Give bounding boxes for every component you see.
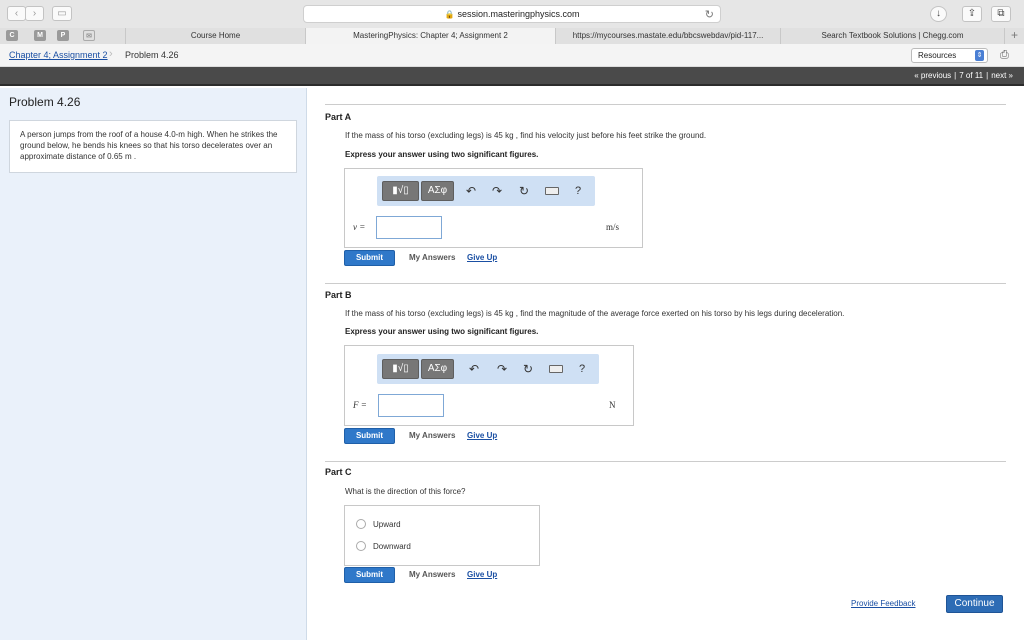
part-b-question: If the mass of his torso (excluding legs… [345, 309, 845, 318]
divider [325, 104, 1006, 105]
pinned-tab-c[interactable]: C [6, 30, 18, 41]
option-downward-label[interactable]: Downward [373, 542, 411, 551]
part-b-unit: N [609, 400, 616, 410]
problem-position: 7 of 11 [959, 71, 984, 80]
resources-label: Resources [918, 51, 957, 60]
math-toolbar: ▮√▯ ΑΣφ ↶ ↷ ↻ ? [377, 354, 599, 384]
browser-chrome: ‹ › ▭ 🔒 session.masteringphysics.com ↻ ↓ … [0, 0, 1024, 44]
undo-icon[interactable]: ↶ [467, 361, 481, 377]
part-b-label: Part B [325, 290, 352, 300]
pinned-tab-m[interactable]: M [34, 30, 46, 41]
part-b-instruction: Express your answer using two significan… [345, 327, 539, 336]
part-a-label: Part A [325, 112, 352, 122]
divider [325, 461, 1006, 462]
continue-button[interactable]: Continue [946, 595, 1003, 613]
forward-button[interactable]: › [25, 6, 44, 21]
option-upward-label[interactable]: Upward [373, 520, 401, 529]
greek-button[interactable]: ΑΣφ [421, 181, 454, 201]
breadcrumb-assignment-link[interactable]: Chapter 4; Assignment 2 [9, 50, 108, 60]
part-b-submit-button[interactable]: Submit [344, 428, 395, 444]
tab-mycourses[interactable]: https://mycourses.mastate.edu/bbcswebdav… [555, 28, 780, 44]
breadcrumb-current: Problem 4.26 [125, 50, 179, 60]
pinned-tab-p[interactable]: P [57, 30, 69, 41]
resources-select[interactable]: Resources ⇕ [911, 48, 988, 63]
tabs-overview-icon[interactable]: ⧉ [991, 6, 1011, 22]
part-c-give-up[interactable]: Give Up [467, 570, 497, 579]
part-a-unit: m/s [606, 222, 620, 232]
part-b-my-answers[interactable]: My Answers [409, 431, 455, 440]
part-a-question: If the mass of his torso (excluding legs… [345, 131, 707, 140]
problem-statement: A person jumps from the roof of a house … [9, 120, 297, 173]
part-a-my-answers[interactable]: My Answers [409, 253, 455, 262]
math-toolbar: ▮√▯ ΑΣφ ↶ ↷ ↻ ? [377, 176, 595, 206]
problem-panel: Problem 4.26 A person jumps from the roo… [0, 88, 307, 640]
redo-icon[interactable]: ↷ [495, 361, 509, 377]
help-button[interactable]: ? [575, 361, 589, 377]
lock-icon: 🔒 [444, 10, 455, 19]
back-button[interactable]: ‹ [7, 6, 26, 21]
new-tab-icon[interactable]: + [1004, 28, 1024, 44]
part-a-answer-input[interactable] [376, 216, 442, 239]
share-icon[interactable]: ⇪ [962, 6, 982, 22]
part-b-answer-box: ▮√▯ ΑΣφ ↶ ↷ ↻ ? F = N [344, 345, 634, 426]
part-a-variable: v = [353, 222, 366, 232]
download-icon[interactable]: ↓ [930, 6, 947, 22]
pinned-tabs: C M P ✉ [0, 28, 125, 44]
url-text: session.masteringphysics.com [457, 9, 580, 19]
tab-bar: C M P ✉ Course Home MasteringPhysics: Ch… [0, 28, 1024, 44]
redo-icon[interactable]: ↷ [490, 183, 504, 199]
part-c-submit-button[interactable]: Submit [344, 567, 395, 583]
tab-chegg[interactable]: Search Textbook Solutions | Chegg.com [780, 28, 1004, 44]
part-a-answer-box: ▮√▯ ΑΣφ ↶ ↷ ↻ ? v = m/s [344, 168, 643, 248]
sidebar-toggle-icon[interactable]: ▭ [52, 6, 72, 21]
part-c-label: Part C [325, 467, 352, 477]
template-button[interactable]: ▮√▯ [382, 359, 419, 379]
keyboard-icon[interactable] [549, 365, 563, 373]
problem-nav-strip: « previous | 7 of 11 | next » [0, 67, 1024, 86]
reset-icon[interactable]: ↻ [521, 361, 535, 377]
part-c-question: What is the direction of this force? [345, 487, 466, 496]
divider [325, 283, 1006, 284]
reset-icon[interactable]: ↻ [517, 183, 531, 199]
part-b-answer-input[interactable] [378, 394, 444, 417]
part-a-instruction: Express your answer using two significan… [345, 150, 539, 159]
select-arrows-icon: ⇕ [975, 50, 984, 61]
template-button[interactable]: ▮√▯ [382, 181, 419, 201]
breadcrumb: Chapter 4; Assignment 2 › Problem 4.26 R… [0, 44, 1024, 67]
next-link[interactable]: next » [991, 71, 1013, 80]
undo-icon[interactable]: ↶ [464, 183, 478, 199]
greek-button[interactable]: ΑΣφ [421, 359, 454, 379]
radio-downward[interactable] [356, 541, 366, 551]
provide-feedback-link[interactable]: Provide Feedback [851, 599, 915, 608]
mail-icon[interactable]: ✉ [83, 30, 95, 41]
radio-upward[interactable] [356, 519, 366, 529]
tab-masteringphysics[interactable]: MasteringPhysics: Chapter 4; Assignment … [305, 28, 555, 44]
chevron-right-icon: › [109, 48, 113, 60]
part-c-options-box: Upward Downward [344, 505, 540, 566]
print-icon[interactable]: ⎙ [1000, 49, 1009, 62]
part-c-my-answers[interactable]: My Answers [409, 570, 455, 579]
tab-course-home[interactable]: Course Home [125, 28, 305, 44]
part-b-give-up[interactable]: Give Up [467, 431, 497, 440]
part-a-give-up[interactable]: Give Up [467, 253, 497, 262]
part-a-submit-button[interactable]: Submit [344, 250, 395, 266]
keyboard-icon[interactable] [545, 187, 559, 195]
help-button[interactable]: ? [571, 183, 585, 199]
address-bar[interactable]: 🔒 session.masteringphysics.com ↻ [303, 5, 721, 23]
reload-icon[interactable]: ↻ [705, 7, 714, 23]
previous-link[interactable]: « previous [914, 71, 951, 80]
part-b-variable: F = [353, 400, 367, 410]
problem-title: Problem 4.26 [9, 95, 81, 109]
